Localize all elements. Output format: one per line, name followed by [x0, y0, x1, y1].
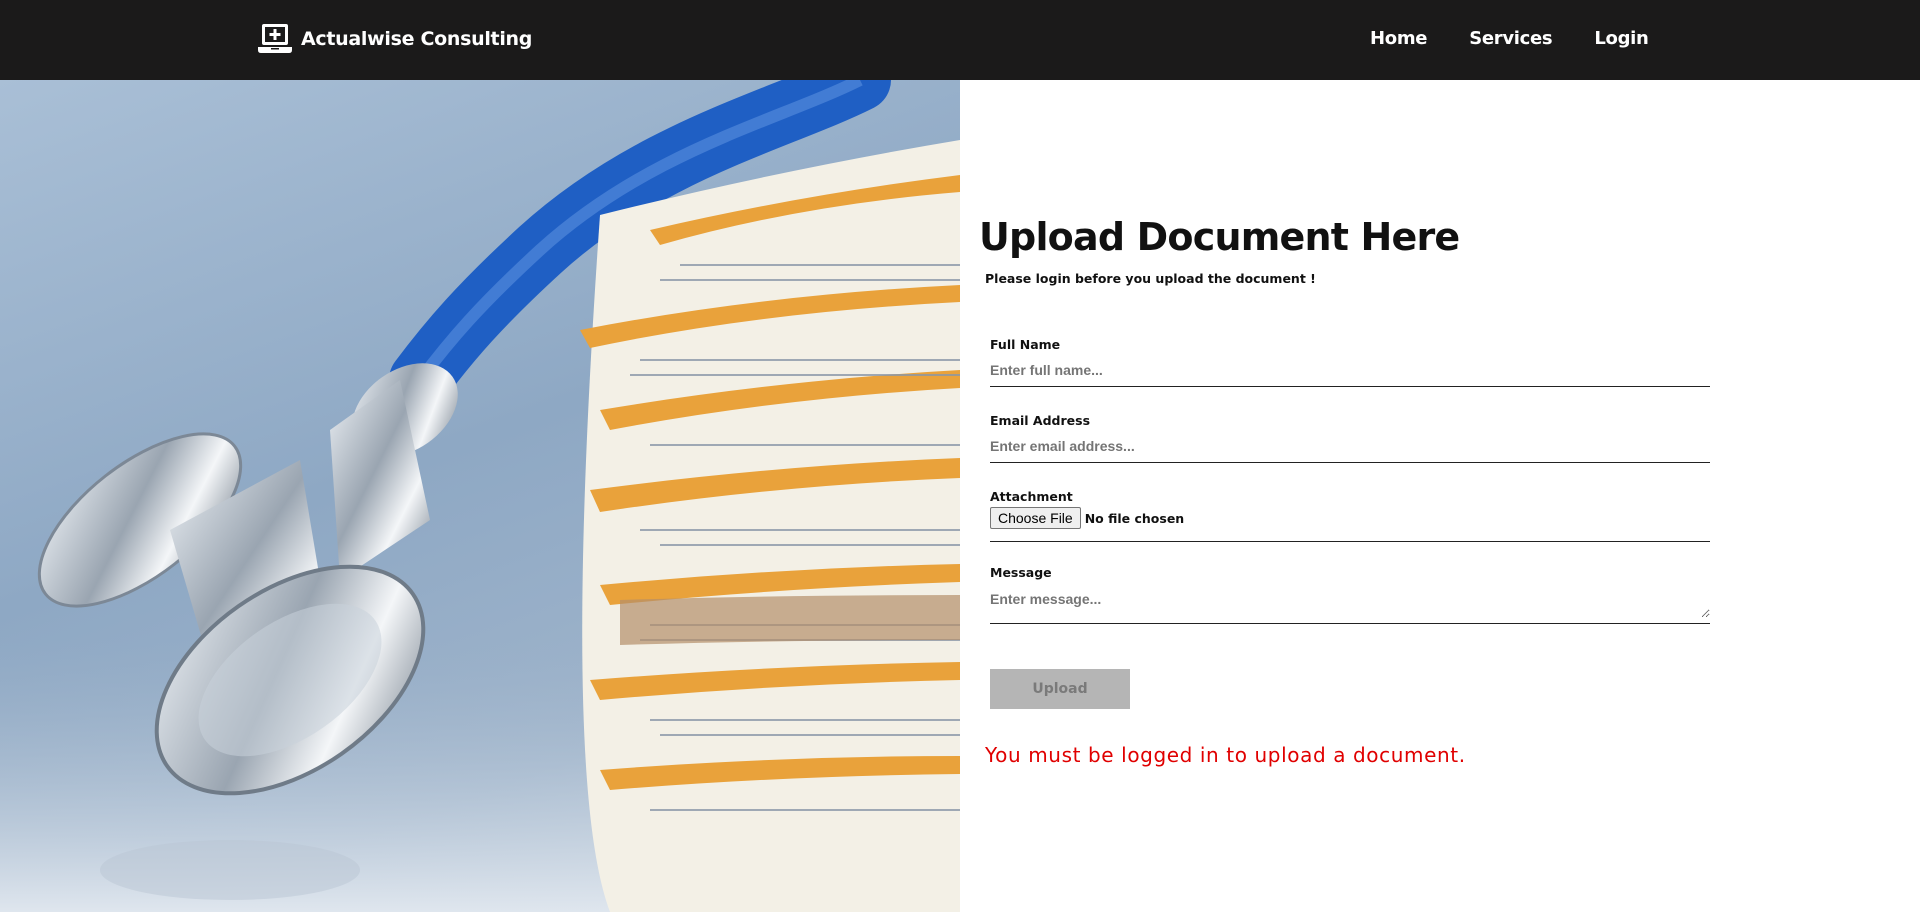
full-name-label: Full Name: [990, 337, 1061, 352]
navbar: Actualwise Consulting Home Services Logi…: [0, 0, 1920, 80]
brand-link[interactable]: Actualwise Consulting: [257, 23, 532, 55]
attachment-field: Attachment Choose File No file chosen: [990, 489, 1710, 542]
laptop-medical-icon: [258, 24, 292, 53]
email-field: Email Address: [990, 413, 1710, 463]
full-name-input[interactable]: [990, 360, 1710, 386]
attachment-label: Attachment: [990, 489, 1073, 504]
choose-file-button[interactable]: Choose File: [990, 507, 1081, 529]
file-status: No file chosen: [1084, 510, 1185, 526]
message-textarea[interactable]: [990, 588, 1710, 618]
file-picker: Choose File No file chosen: [990, 507, 1710, 541]
upload-form-panel: Upload Document Here Please login before…: [960, 80, 1920, 912]
hero-image: [0, 80, 960, 912]
page-title: Upload Document Here: [979, 215, 1460, 259]
nav-services[interactable]: Services: [1469, 28, 1552, 49]
full-name-field: Full Name: [990, 337, 1710, 387]
email-label: Email Address: [990, 413, 1091, 428]
upload-button[interactable]: Upload: [990, 669, 1130, 709]
message-label: Message: [990, 565, 1052, 580]
message-field: Message: [990, 565, 1710, 624]
stethoscope-folders-illustration: [0, 80, 960, 912]
error-message: You must be logged in to upload a docume…: [985, 743, 1466, 767]
nav-login[interactable]: Login: [1594, 28, 1649, 49]
brand-name: Actualwise Consulting: [301, 28, 533, 50]
nav-home[interactable]: Home: [1370, 28, 1428, 49]
login-notice: Please login before you upload the docum…: [985, 271, 1316, 286]
main-nav: Home Services Login: [1370, 28, 1691, 49]
email-input[interactable]: [990, 436, 1710, 462]
